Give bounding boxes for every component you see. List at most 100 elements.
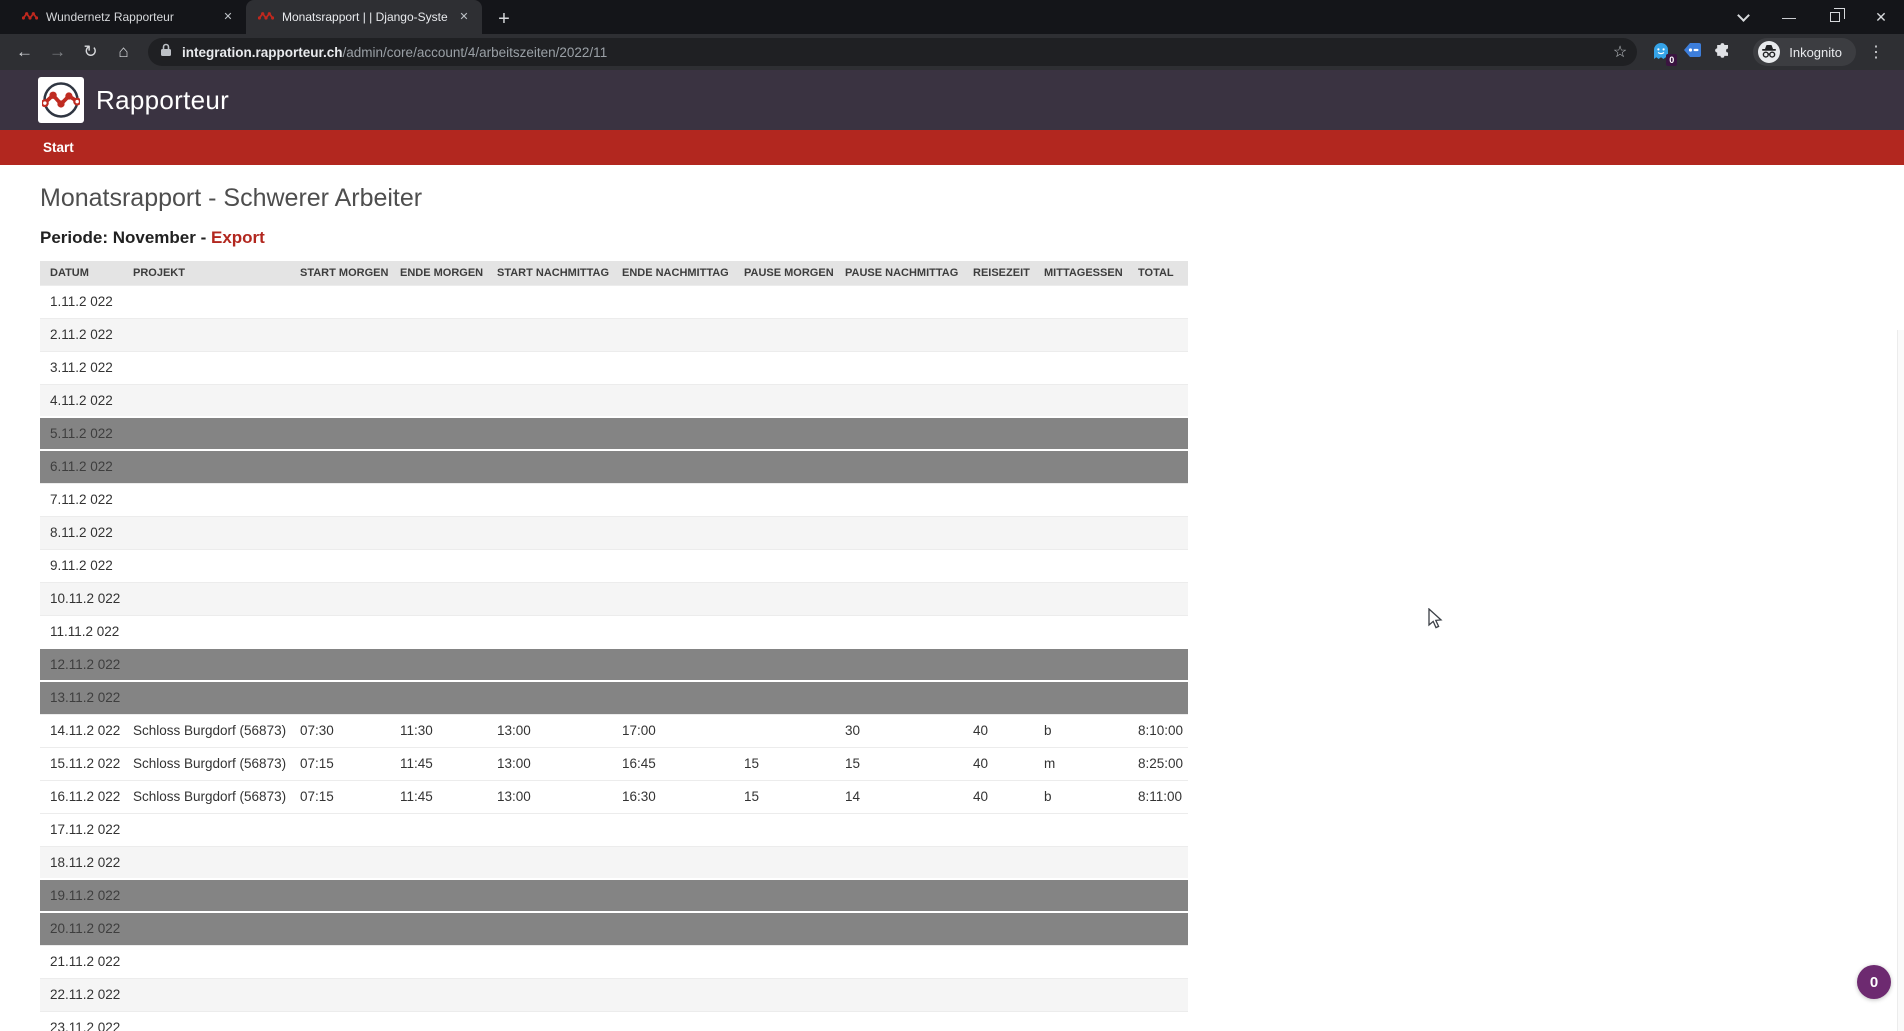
ghostery-badge: 0 (1666, 54, 1677, 66)
table-row: 4.11.2 022 (40, 384, 1188, 417)
main-nav-bar: Start (0, 130, 1904, 165)
table-row: 17.11.2 022 (40, 813, 1188, 846)
new-tab-button[interactable]: + (490, 6, 518, 34)
cell-total: 8:25:00 (1128, 747, 1188, 780)
home-button[interactable]: ⌂ (109, 38, 138, 67)
cell-projekt (123, 450, 290, 483)
cell-datum: 12.11.2 022 (40, 648, 123, 681)
cell-projekt (123, 978, 290, 1011)
cell-pause_nachmittag (835, 1011, 963, 1031)
cell-ende_morgen (390, 417, 487, 450)
extensions-puzzle-button[interactable] (1713, 40, 1733, 65)
address-bar[interactable]: integration.rapporteur.ch/admin/core/acc… (148, 38, 1637, 66)
cell-ende_morgen (390, 516, 487, 549)
cell-ende_morgen: 11:30 (390, 714, 487, 747)
minimize-button[interactable]: — (1766, 0, 1812, 34)
mouse-cursor (1428, 608, 1447, 635)
cell-datum: 20.11.2 022 (40, 912, 123, 945)
cell-pause_morgen (734, 945, 835, 978)
cell-ende_nachmittag (612, 813, 734, 846)
url-text: integration.rapporteur.ch/admin/core/acc… (182, 45, 1613, 60)
tab-wundernetz[interactable]: Wundernetz Rapporteur ✕ (10, 0, 246, 34)
cell-pause_morgen (734, 813, 835, 846)
cell-pause_nachmittag (835, 978, 963, 1011)
cell-pause_morgen (734, 417, 835, 450)
nav-link-start[interactable]: Start (43, 140, 74, 155)
cell-mittagessen (1034, 351, 1128, 384)
table-row: 5.11.2 022 (40, 417, 1188, 450)
cell-pause_nachmittag (835, 846, 963, 879)
ghostery-extension-button[interactable]: 0 (1651, 41, 1673, 63)
cell-mittagessen (1034, 1011, 1128, 1031)
cell-ende_morgen (390, 615, 487, 648)
cell-pause_nachmittag (835, 351, 963, 384)
cell-datum: 21.11.2 022 (40, 945, 123, 978)
close-tab-icon[interactable]: ✕ (220, 9, 236, 25)
cell-projekt: Schloss Burgdorf (56873) (123, 714, 290, 747)
cell-projekt (123, 615, 290, 648)
col-start-morgen: START MORGEN (290, 261, 390, 285)
cell-datum: 6.11.2 022 (40, 450, 123, 483)
ghostery-counter-overlay[interactable]: 0 (1857, 965, 1891, 999)
cell-projekt (123, 384, 290, 417)
cell-start_morgen (290, 912, 390, 945)
cell-reisezeit (963, 648, 1034, 681)
table-row: 13.11.2 022 (40, 681, 1188, 714)
tab-search-button[interactable] (1720, 0, 1766, 34)
table-row: 6.11.2 022 (40, 450, 1188, 483)
table-row: 10.11.2 022 (40, 582, 1188, 615)
cell-reisezeit (963, 450, 1034, 483)
cell-projekt (123, 945, 290, 978)
col-datum: DATUM (40, 261, 123, 285)
cell-start_morgen (290, 1011, 390, 1031)
cell-pause_morgen (734, 978, 835, 1011)
cell-pause_morgen (734, 648, 835, 681)
page-scrollbar[interactable] (1897, 330, 1904, 1031)
cell-pause_nachmittag (835, 681, 963, 714)
col-total: TOTAL (1128, 261, 1188, 285)
cell-start_morgen (290, 384, 390, 417)
lock-icon (160, 43, 172, 62)
cell-reisezeit (963, 681, 1034, 714)
cell-projekt (123, 681, 290, 714)
cell-projekt (123, 582, 290, 615)
bookmark-star-icon[interactable]: ☆ (1613, 42, 1627, 62)
extension-area: 0 Inkognito ⋮ (1647, 38, 1894, 66)
cell-start_nachmittag (487, 582, 612, 615)
restore-button[interactable] (1812, 0, 1858, 34)
forward-button[interactable]: → (43, 38, 72, 67)
cell-ende_nachmittag (612, 318, 734, 351)
close-tab-icon[interactable]: ✕ (456, 9, 472, 25)
tab-monatsrapport[interactable]: Monatsrapport | | Django-System ✕ (246, 0, 482, 34)
cell-mittagessen (1034, 417, 1128, 450)
cell-start_morgen: 07:30 (290, 714, 390, 747)
cell-projekt (123, 846, 290, 879)
reload-button[interactable]: ↻ (76, 38, 105, 67)
tag-extension-button[interactable] (1683, 41, 1703, 64)
cell-ende_nachmittag (612, 681, 734, 714)
cell-datum: 23.11.2 022 (40, 1011, 123, 1031)
close-window-button[interactable]: ✕ (1858, 0, 1904, 34)
cell-total (1128, 945, 1188, 978)
cell-reisezeit (963, 483, 1034, 516)
cell-datum: 5.11.2 022 (40, 417, 123, 450)
monthly-report-table: DATUM PROJEKT START MORGEN ENDE MORGEN S… (40, 261, 1188, 1031)
cell-total (1128, 912, 1188, 945)
cell-start_morgen (290, 549, 390, 582)
cell-datum: 4.11.2 022 (40, 384, 123, 417)
cell-total (1128, 1011, 1188, 1031)
cell-ende_nachmittag: 16:45 (612, 747, 734, 780)
table-row: 18.11.2 022 (40, 846, 1188, 879)
cell-total (1128, 351, 1188, 384)
back-button[interactable]: ← (10, 38, 39, 67)
export-link[interactable]: Export (211, 228, 265, 247)
cell-ende_morgen: 11:45 (390, 747, 487, 780)
cell-mittagessen (1034, 285, 1128, 318)
cell-total (1128, 384, 1188, 417)
cell-start_morgen (290, 318, 390, 351)
browser-menu-button[interactable]: ⋮ (1866, 42, 1890, 62)
col-ende-morgen: ENDE MORGEN (390, 261, 487, 285)
cell-ende_morgen (390, 879, 487, 912)
cell-ende_nachmittag (612, 1011, 734, 1031)
period-line: Periode: November - Export (40, 228, 1904, 248)
